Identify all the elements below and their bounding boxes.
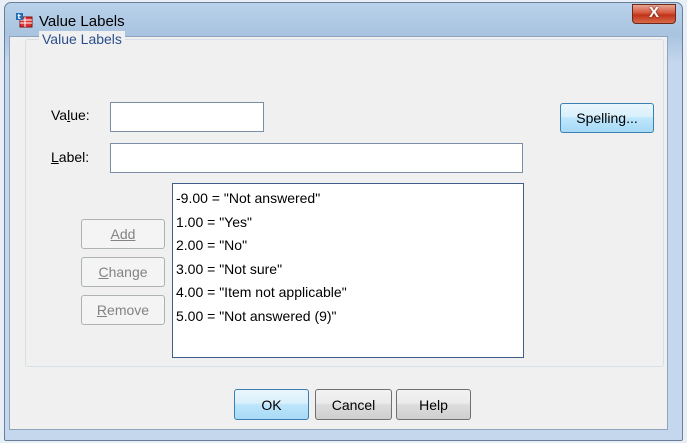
list-item[interactable]: 5.00 = "Not answered (9)"	[176, 305, 523, 329]
close-button[interactable]: X	[632, 4, 676, 24]
list-item[interactable]: 3.00 = "Not sure"	[176, 258, 523, 282]
label-label-mnemonic: L	[51, 149, 59, 165]
change-button[interactable]: Change	[81, 257, 165, 287]
list-item[interactable]: 4.00 = "Item not applicable"	[176, 281, 523, 305]
value-label-part: ue:	[70, 107, 90, 123]
window-title: Value Labels	[39, 13, 125, 30]
change-mnemonic: C	[98, 264, 109, 280]
label-field-label: Label:	[51, 149, 89, 165]
list-item[interactable]: -9.00 = "Not answered"	[176, 187, 523, 211]
remove-mnemonic: R	[96, 302, 108, 318]
close-icon: X	[648, 4, 659, 21]
add-button-label: Add	[110, 226, 136, 242]
list-item[interactable]: 1.00 = "Yes"	[176, 211, 523, 235]
add-button[interactable]: Add	[81, 219, 165, 249]
ok-button[interactable]: OK	[234, 389, 309, 420]
list-item[interactable]: 2.00 = "No"	[176, 234, 523, 258]
spelling-button[interactable]: Spelling...	[560, 103, 654, 133]
groupbox-title: Value Labels	[39, 31, 125, 47]
value-label-part: Va	[51, 107, 68, 123]
cancel-button[interactable]: Cancel	[315, 389, 392, 420]
label-label-part: abel:	[58, 149, 90, 165]
remove-label: emove	[107, 302, 150, 318]
value-labels-list[interactable]: -9.00 = "Not answered" 1.00 = "Yes" 2.00…	[172, 183, 524, 358]
value-field-label: Value:	[51, 107, 90, 123]
spss-app-icon: t	[15, 12, 33, 28]
remove-button[interactable]: Remove	[81, 295, 165, 325]
change-label: hange	[108, 264, 148, 280]
value-input[interactable]	[110, 102, 264, 132]
help-button[interactable]: Help	[396, 389, 471, 420]
label-input[interactable]	[110, 143, 523, 173]
